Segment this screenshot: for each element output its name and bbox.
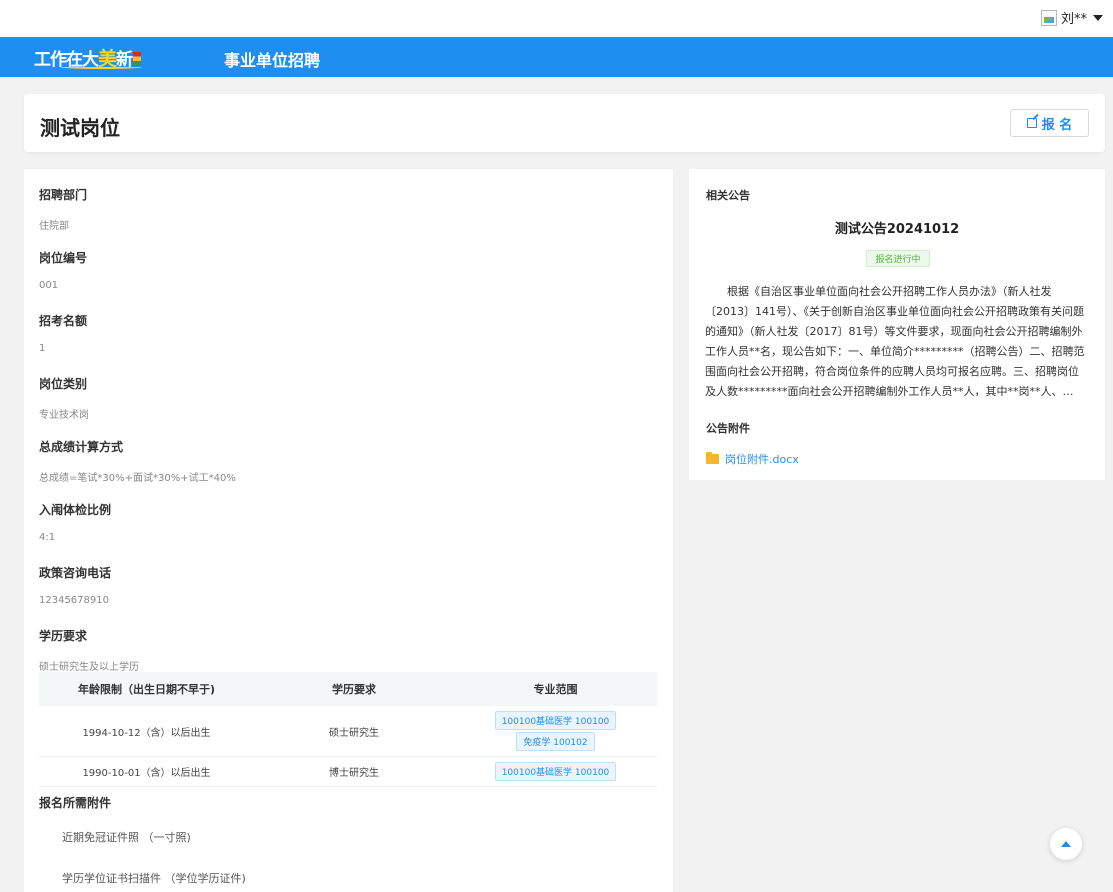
edit-icon	[1026, 118, 1037, 128]
arrow-up-icon	[1061, 841, 1071, 847]
field-score-method: 总成绩计算方式 总成绩=笔试*30%+面试*30%+试工*40%	[39, 438, 236, 484]
attachment-file-link[interactable]: 岗位附件.docx	[706, 451, 799, 467]
status-badge: 报名进行中	[866, 250, 930, 267]
field-label: 岗位编号	[39, 251, 88, 265]
field-education: 学历要求 硕士研究生及以上学历	[39, 627, 139, 673]
field-value: 住院部	[39, 221, 69, 232]
folder-icon	[706, 452, 719, 464]
field-label: 学历要求	[39, 629, 88, 643]
notice-body: 根据《自治区事业单位面向社会公开招聘工作人员办法》（新人社发〔2013〕141号…	[705, 285, 1085, 396]
cell-age: 1994-10-12（含）以后出生	[39, 706, 254, 757]
attachment-item: 近期免冠证件照 （一寸照)	[62, 831, 191, 844]
title-card: 测试岗位 报 名	[24, 94, 1105, 152]
caret-down-icon	[1093, 14, 1103, 21]
field-value: 总成绩=笔试*30%+面试*30%+试工*40%	[39, 473, 236, 484]
field-value: 专业技术岗	[39, 410, 89, 421]
column-header-age: 年龄限制（出生日期不早于)	[39, 672, 254, 706]
nav-title[interactable]: 事业单位招聘	[224, 47, 320, 71]
cell-majors: 100100基础医学 100100	[454, 756, 657, 787]
field-value: 12345678910	[39, 595, 109, 606]
major-tag: 100100基础医学 100100	[494, 711, 617, 730]
avatar-icon	[1040, 9, 1057, 26]
field-value: 4:1	[39, 532, 56, 543]
field-label: 总成绩计算方式	[39, 440, 124, 454]
attachment-item: 学历学位证书扫描件 （学位学历证件)	[62, 872, 246, 885]
field-quota: 招考名额 1	[39, 312, 87, 354]
cell-degree: 博士研究生	[254, 756, 454, 787]
signup-button-label: 报 名	[1041, 117, 1073, 133]
field-label: 招聘部门	[39, 188, 88, 202]
field-value: 硕士研究生及以上学历	[39, 662, 139, 673]
field-value: 1	[39, 343, 46, 354]
user-menu[interactable]: 刘**	[1040, 8, 1103, 27]
education-table: 年龄限制（出生日期不早于) 学历要求 专业范围 1994-10-12（含）以后出…	[39, 672, 657, 787]
file-name: 岗位附件.docx	[725, 453, 799, 466]
field-label: 入闱体检比例	[39, 503, 112, 517]
major-tag: 100100基础医学 100100	[494, 762, 617, 781]
cell-age: 1990-10-01（含）以后出生	[39, 756, 254, 787]
column-header-major: 专业范围	[454, 672, 657, 706]
back-to-top-button[interactable]	[1050, 828, 1082, 860]
field-phone: 政策咨询电话 12345678910	[39, 564, 111, 606]
logo-swoosh	[60, 65, 142, 69]
notice-title[interactable]: 测试公告20241012	[689, 218, 1105, 237]
signup-button[interactable]: 报 名	[1010, 109, 1089, 137]
field-label: 岗位类别	[39, 377, 88, 391]
nav-bar: 工作在大美新 事业单位招聘	[0, 37, 1113, 77]
table-row: 1990-10-01（含）以后出生 博士研究生 100100基础医学 10010…	[39, 756, 657, 787]
attachments-section: 报名所需附件	[39, 794, 111, 811]
field-department: 招聘部门 住院部	[39, 186, 87, 232]
field-job-number: 岗位编号 001	[39, 249, 87, 291]
notice-card: 相关公告 测试公告20241012 报名进行中 根据《自治区事业单位面向社会公开…	[689, 169, 1105, 480]
field-value: 001	[39, 280, 59, 291]
field-label: 政策咨询电话	[39, 566, 112, 580]
cell-majors: 100100基础医学 100100 免疫学 100102	[454, 706, 657, 757]
flag-icon	[133, 52, 142, 66]
top-bar: 刘**	[0, 0, 1113, 37]
field-exam-ratio: 入闱体检比例 4:1	[39, 501, 111, 543]
notice-section-label: 相关公告	[706, 189, 750, 202]
cell-degree: 硕士研究生	[254, 706, 454, 757]
attachments-label: 报名所需附件	[39, 796, 112, 810]
page-title: 测试岗位	[40, 116, 120, 140]
table-row: 1994-10-12（含）以后出生 硕士研究生 100100基础医学 10010…	[39, 706, 657, 757]
field-label: 招考名额	[39, 314, 88, 328]
table-header-row: 年龄限制（出生日期不早于) 学历要求 专业范围	[39, 672, 657, 706]
notice-attachments-label: 公告附件	[706, 422, 750, 435]
job-detail-card: 招聘部门 住院部 岗位编号 001 招考名额 1 岗位类别 专业技术岗 总成绩计…	[24, 169, 673, 892]
user-name: 刘**	[1060, 12, 1087, 27]
major-tag: 免疫学 100102	[516, 732, 595, 751]
field-job-category: 岗位类别 专业技术岗	[39, 375, 89, 421]
column-header-degree: 学历要求	[254, 672, 454, 706]
